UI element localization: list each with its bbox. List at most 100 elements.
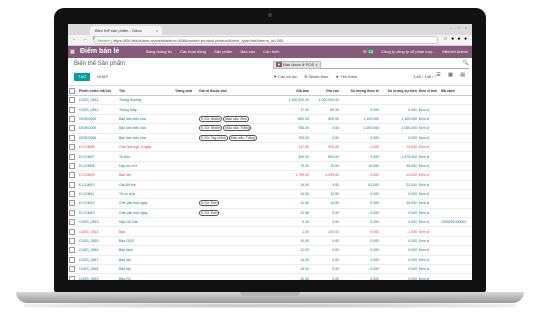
table-row[interactable]: CUSS_0814 Bảo 1.00 240.00 0.000 -1.000 Đơn vị bbox=[68, 226, 472, 237]
table-row[interactable]: E-COM11 Tủ có cửa 14.00 12.50 0.000 0.000 Đơn … bbox=[68, 189, 472, 200]
search-input[interactable]: ▼ Bán được ở POS × 🔍 bbox=[273, 60, 469, 69]
attribute-tag: K.Sử: Tay chỉnh bbox=[199, 134, 228, 141]
row-checkbox[interactable] bbox=[68, 104, 78, 115]
cell-uom: Đơn vị bbox=[418, 208, 440, 219]
column-header[interactable]: Giá trị thuộc tính bbox=[198, 86, 272, 96]
cell-attribute-values bbox=[198, 142, 272, 153]
company-switcher[interactable]: Công ty công ty cổ phần truy... bbox=[381, 49, 435, 54]
window-controls[interactable]: – □ × bbox=[450, 25, 469, 30]
table-row[interactable]: CUSS_0816 Bảo lạnh 12.00 0.00 0.000 0.000 Đơn … bbox=[68, 245, 472, 256]
facet-remove-icon[interactable]: × bbox=[315, 62, 317, 67]
row-checkbox[interactable] bbox=[68, 133, 78, 143]
cell-barcode bbox=[440, 264, 472, 275]
row-checkbox[interactable] bbox=[68, 161, 78, 172]
filters-dropdown[interactable]: ▼ Các bộ lọc bbox=[273, 74, 297, 79]
column-header[interactable]: Phiên chiều mã hội bbox=[78, 86, 118, 96]
table-row[interactable]: CUSS_0817 Bảo lạo 14.00 0.00 0.000 0.000 Đơn v… bbox=[68, 255, 472, 266]
create-button[interactable]: TẠO bbox=[74, 73, 91, 81]
table-row[interactable]: E-COM09 Bàn lớn 1,799.00 1,299.00 -2.000 -14.… bbox=[68, 170, 472, 181]
row-checkbox[interactable] bbox=[68, 217, 78, 228]
table-row[interactable]: CUSS_0813 Hộp Gỗ Gia 0.10 0.00 0.000 0.000 Đơn… bbox=[68, 217, 472, 228]
menu-item[interactable]: Sản phẩm bbox=[214, 49, 232, 54]
table-row[interactable]: CUSS_0811 Thông thường 1,200,000.00 1,000,0… bbox=[68, 95, 472, 106]
cell-price: 1,200,000.00 bbox=[272, 95, 310, 106]
extension-icons[interactable]: ☆ ● ● ● bbox=[443, 36, 468, 42]
menu-item[interactable]: Báo cáo bbox=[240, 49, 255, 54]
row-checkbox[interactable] bbox=[68, 208, 78, 219]
menu-item[interactable]: Bảng thông tin bbox=[146, 49, 172, 54]
chat-icon[interactable]: ✉ 12 bbox=[363, 49, 374, 54]
row-checkbox[interactable] bbox=[68, 170, 78, 181]
cell-attribute-values bbox=[198, 273, 272, 280]
url-text: https://t2d.izisolution.vn/web#action=46… bbox=[112, 38, 284, 43]
column-header[interactable]: Giá vốn bbox=[310, 86, 340, 96]
table-row[interactable]: DESK0004 Bàn làm việc của K.Sử: Nhôm Màu sắ… bbox=[68, 114, 472, 125]
cell-name: Tủ đúc bbox=[118, 151, 174, 162]
cell-web bbox=[174, 142, 198, 153]
tab-close-icon[interactable]: × bbox=[156, 26, 158, 35]
cell-uom: Đơn vị bbox=[418, 273, 440, 280]
table-row[interactable]: E-COM07 Tủ đúc 320.00 800.00 0.000 -1,575.000… bbox=[68, 151, 472, 162]
column-header[interactable]: Số lượng thực tế bbox=[340, 86, 380, 96]
view-switcher[interactable]: ☰ ▦ ▤ bbox=[436, 72, 468, 78]
row-checkbox[interactable] bbox=[68, 198, 78, 209]
cell-uom: Đơn vị bbox=[418, 133, 440, 143]
row-checkbox[interactable] bbox=[68, 273, 78, 280]
table-row[interactable]: CUSS_0819 Bảo Rò 10.00 0.00 0.000 0.000 Đơn vị bbox=[68, 273, 472, 280]
table-row[interactable]: E-COM10 Giá đỡ bút 14.00 4.50 52.000 22.000 Đơ… bbox=[68, 180, 472, 190]
table-row[interactable]: CUSS_0815 Bảo GDS 10.00 0.00 0.000 0.000 Đơn v… bbox=[68, 236, 472, 247]
user-menu[interactable]: Mitchell Admin bbox=[442, 49, 468, 54]
table-row[interactable]: DESK0005 Bàn làm việc của K.Sử: Nhôm Màu sắ… bbox=[68, 123, 472, 134]
row-checkbox[interactable] bbox=[68, 114, 78, 125]
column-header[interactable]: Mã vạch bbox=[440, 86, 472, 96]
column-header[interactable]: Giá bán bbox=[272, 86, 310, 96]
table-row[interactable]: CUSS_0812 Thông thập 17.00 80.00 0.000 0.000 Đ… bbox=[68, 104, 472, 115]
select-all-checkbox[interactable] bbox=[68, 86, 78, 96]
row-checkbox[interactable] bbox=[68, 95, 78, 106]
cell-name: Bàn làm việc của bbox=[118, 133, 174, 143]
row-checkbox[interactable] bbox=[68, 151, 78, 162]
import-button[interactable]: NHẬP bbox=[94, 73, 111, 81]
favorites-dropdown[interactable]: ★ Yêu thích bbox=[335, 74, 357, 79]
row-checkbox[interactable] bbox=[68, 255, 78, 266]
menu-item[interactable]: Các hoạt động bbox=[180, 49, 206, 54]
cell-code: CUSS_0814 bbox=[78, 226, 118, 237]
table-row[interactable]: E-COM06 Ghế hoa ngữ ô ngày 147.00 900.00 -1.… bbox=[68, 142, 472, 153]
row-checkbox[interactable] bbox=[68, 264, 78, 275]
cell-onhand: 0.000 bbox=[340, 151, 380, 162]
groupby-dropdown[interactable]: ☰ Nhóm theo bbox=[304, 74, 328, 79]
secure-label: Secure bbox=[97, 38, 110, 43]
column-header[interactable]: Số lượng dự kiến bbox=[380, 86, 418, 96]
row-checkbox[interactable] bbox=[68, 189, 78, 200]
url-input[interactable]: Secure | https://t2d.izisolution.vn/web#… bbox=[94, 36, 438, 44]
row-checkbox[interactable] bbox=[68, 236, 78, 247]
column-header[interactable]: Tên bbox=[118, 86, 174, 96]
cell-cost: 12.50 bbox=[310, 189, 340, 200]
table-row[interactable]: DESK0006 Bàn làm việc của K.Sử: Tay chỉnh M… bbox=[68, 133, 472, 143]
search-facet[interactable]: ▼ Bán được ở POS × bbox=[273, 61, 321, 69]
column-header[interactable]: Đơn vị tính bbox=[418, 86, 440, 96]
browser-tab[interactable]: Biến thể sản phẩm - Odoo bbox=[90, 26, 162, 35]
table-row[interactable]: CUSS_0818 Bảo lấy 14.00 0.00 0.000 0.000 Đơn v… bbox=[68, 264, 472, 275]
row-checkbox[interactable] bbox=[68, 123, 78, 134]
search-icon[interactable]: 🔍 bbox=[463, 60, 469, 66]
menu-item[interactable]: Cấu hình bbox=[263, 49, 279, 54]
cell-price: 10.00 bbox=[272, 273, 310, 280]
table-row[interactable]: E-COM13 Ghế văn hóa ngày K.Sử: Đen 22.98 0.0… bbox=[68, 208, 472, 219]
cell-price: 17.00 bbox=[272, 104, 310, 115]
row-checkbox[interactable] bbox=[68, 245, 78, 256]
table-row[interactable]: E-COM12 Ghế văn hóa ngày K.Sử: Đen 12.50 14.… bbox=[68, 198, 472, 209]
column-header[interactable]: Trang web bbox=[174, 86, 198, 96]
pager-value[interactable]: 1-80 / 146 bbox=[413, 74, 431, 79]
cell-name: Ghế văn hóa ngày bbox=[118, 198, 174, 209]
row-checkbox[interactable] bbox=[68, 180, 78, 190]
table-row[interactable]: E-COM08 Hộp lưu trữ 79.00 70.00 10.000 26.000… bbox=[68, 161, 472, 172]
cell-onhand: 10.000 bbox=[340, 161, 380, 172]
apps-grid-icon[interactable]: ▦ bbox=[70, 46, 75, 58]
row-checkbox[interactable] bbox=[68, 226, 78, 237]
cell-uom: Đơn vị bbox=[418, 123, 440, 134]
cell-onhand: 0.000 bbox=[340, 104, 380, 115]
breadcrumb: Biến thể Sản phẩm bbox=[74, 61, 126, 67]
row-checkbox[interactable] bbox=[68, 142, 78, 153]
app-title[interactable]: Điểm bán lẻ bbox=[80, 46, 119, 58]
